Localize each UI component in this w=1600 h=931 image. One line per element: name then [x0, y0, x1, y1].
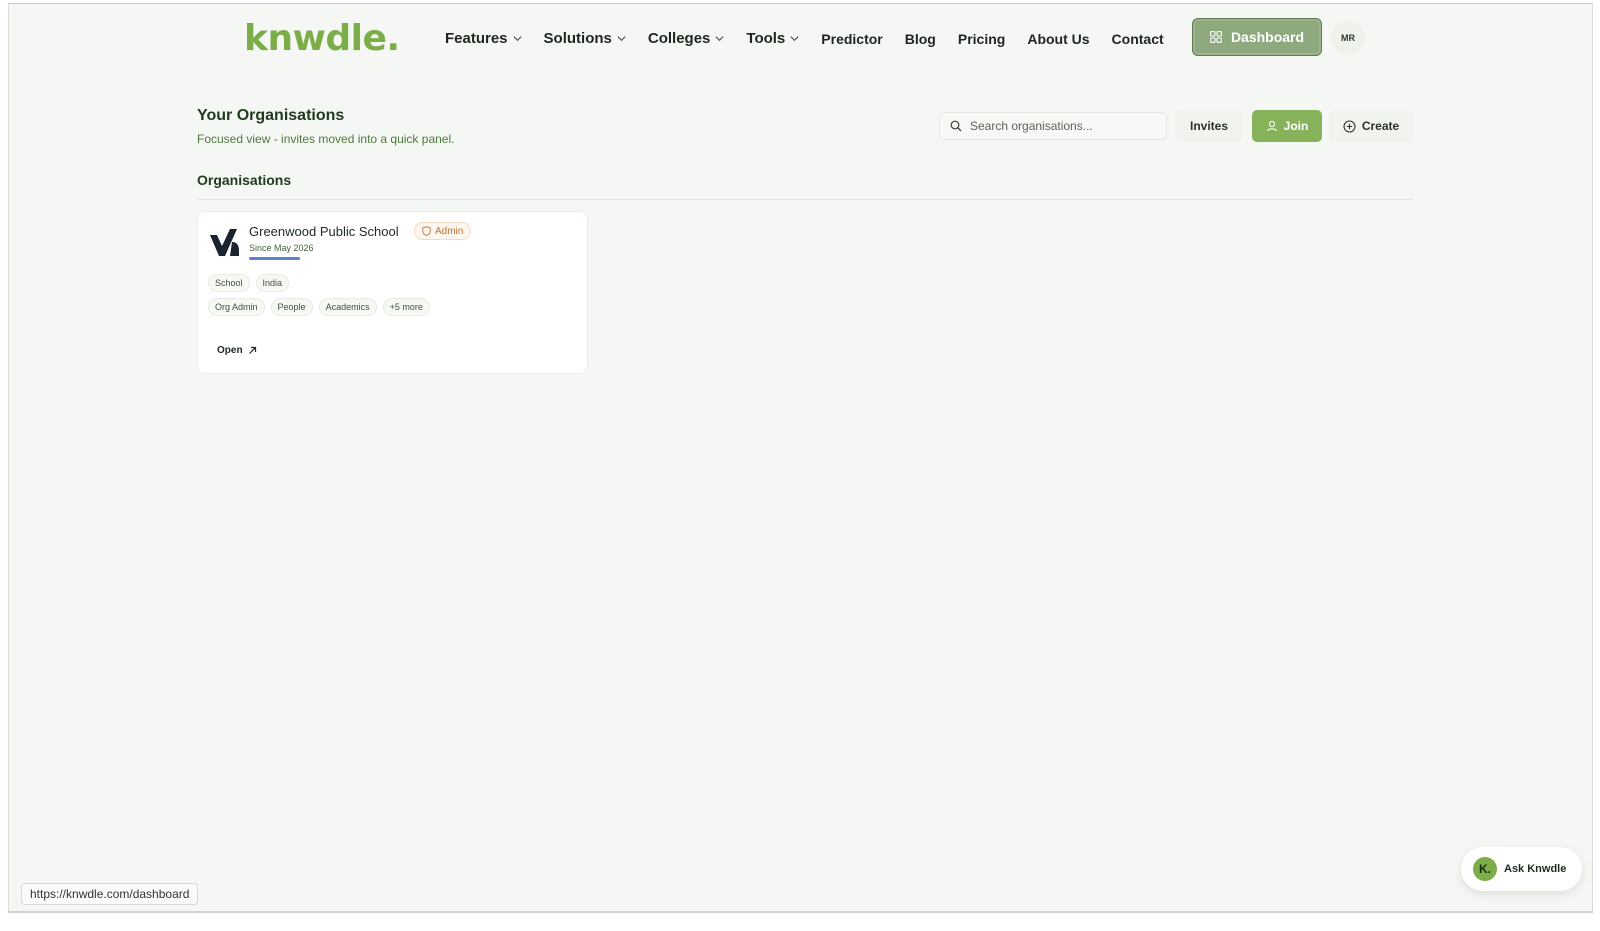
tag-more[interactable]: +5 more — [382, 298, 430, 316]
shield-icon — [422, 226, 431, 236]
open-org-link[interactable]: Open — [217, 345, 257, 356]
status-bar-url: https://knwdle.com/dashboard — [21, 883, 199, 905]
org-tags-roles: Org Admin People Academics +5 more — [208, 298, 430, 316]
knwdle-mini-logo: K. — [1473, 857, 1497, 881]
ask-knwdle-button[interactable]: K. Ask Knwdle — [1461, 847, 1582, 891]
nav-solutions[interactable]: Solutions — [544, 30, 626, 47]
admin-badge-label: Admin — [435, 225, 464, 237]
org-logo — [210, 229, 239, 256]
join-button[interactable]: Join — [1252, 110, 1322, 142]
chevron-down-icon — [513, 36, 522, 42]
nav-blog[interactable]: Blog — [905, 31, 936, 47]
section-divider — [197, 199, 1413, 200]
nav-about-us[interactable]: About Us — [1027, 31, 1089, 47]
browser-viewport: knwdle. Features Solutions Colleges Tool… — [8, 3, 1593, 913]
user-icon — [1266, 120, 1277, 132]
chevron-down-icon — [715, 36, 724, 42]
nav-tools[interactable]: Tools — [746, 30, 799, 47]
grid-icon — [1209, 31, 1222, 43]
chevron-down-icon — [790, 36, 799, 42]
nav-predictor[interactable]: Predictor — [821, 31, 882, 47]
nav-colleges[interactable]: Colleges — [648, 30, 725, 47]
nav-colleges-label: Colleges — [647, 30, 711, 47]
nav-solutions-label: Solutions — [543, 30, 612, 47]
create-button-label: Create — [1361, 119, 1400, 133]
search-input[interactable] — [970, 119, 1150, 133]
arrow-up-right-icon — [248, 346, 256, 354]
admin-badge: Admin — [414, 222, 472, 240]
page-title: Your Organisations — [197, 107, 345, 124]
knwdle-logo[interactable]: knwdle. — [244, 18, 400, 59]
nav-features[interactable]: Features — [445, 30, 522, 47]
invites-button[interactable]: Invites — [1175, 110, 1243, 142]
since-date: Since May 2026 — [249, 243, 314, 253]
plus-circle-icon — [1343, 119, 1356, 133]
tag-people: People — [270, 298, 313, 316]
search-icon — [950, 120, 962, 132]
create-button[interactable]: Create — [1329, 110, 1413, 142]
accent-bar — [249, 257, 300, 260]
tag-india: India — [255, 274, 290, 292]
tag-academics: Academics — [318, 298, 377, 316]
dashboard-button[interactable]: Dashboard — [1192, 18, 1322, 56]
org-name: Greenwood Public School — [249, 224, 399, 239]
search-box[interactable] — [939, 112, 1167, 140]
nav-contact[interactable]: Contact — [1112, 31, 1164, 47]
tag-org-admin: Org Admin — [208, 298, 265, 316]
page-subtitle: Focused view - invites moved into a quic… — [197, 132, 455, 146]
org-card[interactable]: Greenwood Public School Admin Since May … — [197, 211, 588, 374]
org-tags-primary: School India — [208, 274, 290, 292]
ask-knwdle-label: Ask Knwdle — [1504, 863, 1567, 875]
nav-tools-label: Tools — [746, 30, 786, 47]
nav-features-label: Features — [445, 30, 508, 47]
dashboard-button-label: Dashboard — [1230, 29, 1305, 45]
main-nav: Features Solutions Colleges Tools Predic… — [445, 30, 1186, 47]
user-avatar[interactable]: MR — [1331, 21, 1365, 55]
tag-school: School — [208, 274, 250, 292]
open-link-label: Open — [217, 345, 243, 356]
section-title-organisations: Organisations — [197, 172, 292, 188]
chevron-down-icon — [617, 36, 626, 42]
join-button-label: Join — [1283, 119, 1309, 133]
nav-pricing[interactable]: Pricing — [958, 31, 1005, 47]
